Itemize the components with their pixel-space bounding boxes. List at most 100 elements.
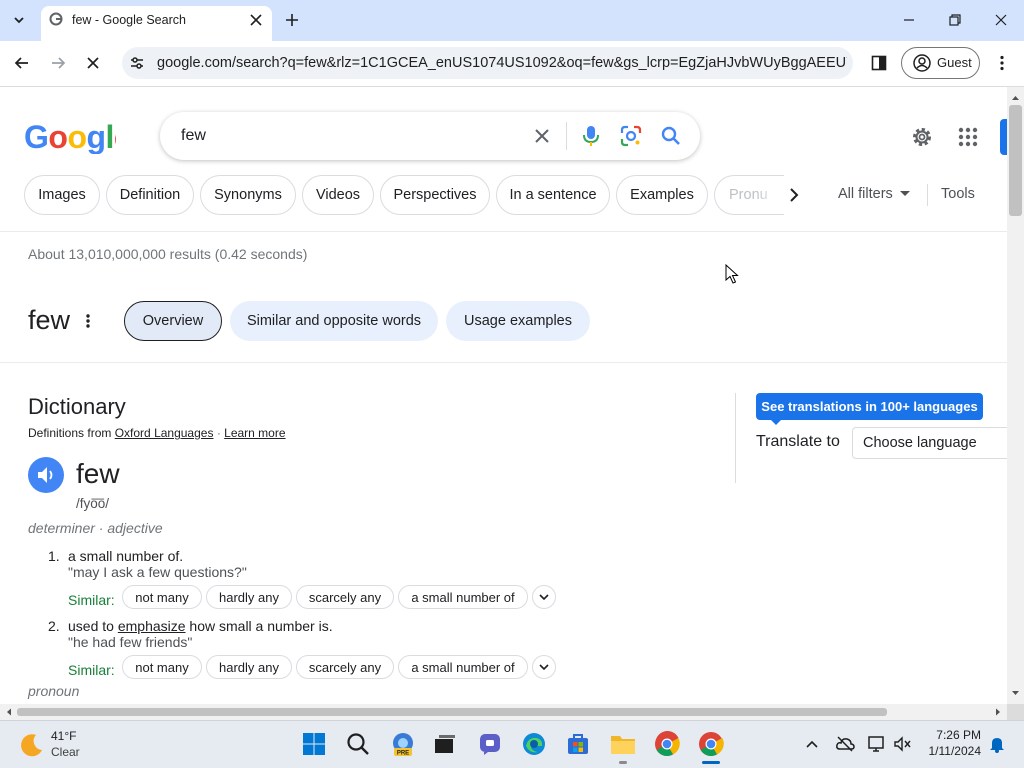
google-logo[interactable]: Google [24, 120, 116, 154]
network-icon [868, 736, 884, 752]
sign-in-button-edge[interactable] [1000, 119, 1007, 155]
back-button[interactable] [12, 53, 32, 73]
synonym-chip[interactable]: hardly any [206, 655, 292, 679]
language-select[interactable]: Choose language [852, 427, 1012, 459]
close-icon [87, 57, 99, 69]
google-favicon [49, 12, 63, 26]
onedrive-status[interactable] [835, 735, 855, 753]
chips-fade [755, 176, 785, 214]
pronunciation-button[interactable] [28, 457, 64, 493]
horizontal-scrollbar[interactable] [0, 704, 1007, 720]
sense-example: "may I ask a few questions?" [68, 564, 247, 580]
synonym-chip[interactable]: not many [122, 585, 202, 609]
chips-scroll-right-button[interactable] [784, 185, 804, 205]
synonym-chip[interactable]: scarcely any [296, 585, 394, 609]
expand-similar-button[interactable] [532, 585, 556, 609]
chrome-icon [699, 732, 724, 757]
browser-menu-button[interactable] [993, 54, 1011, 72]
clock[interactable]: 7:26 PM 1/11/2024 [921, 728, 982, 762]
network-status[interactable] [867, 735, 887, 753]
more-vert-icon [86, 314, 90, 328]
show-hidden-icons-button[interactable] [804, 736, 820, 752]
filter-chip-definition[interactable]: Definition [106, 175, 194, 215]
store-button[interactable] [566, 732, 590, 756]
tools-button[interactable]: Tools [941, 186, 975, 202]
word-menu-button[interactable] [82, 312, 94, 330]
search-icon [347, 733, 369, 755]
chrome-taskbar-button[interactable] [654, 731, 680, 757]
filter-chip-perspectives[interactable]: Perspectives [380, 175, 490, 215]
filter-chip-examples[interactable]: Examples [616, 175, 708, 215]
task-view-icon [435, 735, 455, 753]
minimize-button[interactable] [900, 11, 918, 29]
clear-search-button[interactable] [532, 126, 552, 146]
all-filters-button[interactable]: All filters [838, 186, 911, 202]
headword: few [76, 458, 120, 489]
tab-overview[interactable]: Overview [124, 301, 222, 341]
tooltip-arrow [770, 419, 782, 425]
filters-divider [927, 184, 928, 206]
google-apps-button[interactable] [957, 126, 979, 148]
tab-search-button[interactable] [8, 9, 30, 31]
scrollbar-arrows [7, 708, 1000, 716]
filter-chip-synonyms[interactable]: Synonyms [200, 175, 296, 215]
taskbar-search-button[interactable] [346, 732, 370, 756]
camera-lens-icon [620, 125, 642, 147]
synonym-chip[interactable]: not many [122, 655, 202, 679]
settings-button[interactable] [910, 125, 934, 149]
search-input[interactable]: few [181, 127, 206, 145]
chrome-guest-taskbar-button[interactable] [698, 731, 724, 757]
search-submit-button[interactable] [660, 125, 682, 147]
restore-icon [949, 14, 961, 26]
chevron-down-icon [539, 664, 549, 671]
filter-chip-in-a-sentence[interactable]: In a sentence [496, 175, 610, 215]
minimize-icon [904, 19, 914, 21]
url-text[interactable]: google.com/search?q=few&rlz=1C1GCEA_enUS… [157, 55, 847, 71]
synonym-chip[interactable]: a small number of [398, 585, 528, 609]
filter-chip-videos[interactable]: Videos [302, 175, 374, 215]
task-view-button[interactable] [433, 733, 457, 755]
synonym-chip[interactable]: scarcely any [296, 655, 394, 679]
source-separator: · [216, 426, 221, 440]
forward-button[interactable] [48, 53, 68, 73]
learn-more-link[interactable]: Learn more [224, 426, 285, 440]
oxford-languages-link[interactable]: Oxford Languages [115, 426, 214, 440]
close-tab-button[interactable] [248, 12, 264, 28]
weather-widget[interactable]: 41°F Clear [18, 728, 118, 762]
chevron-up-icon [806, 740, 818, 748]
word-title: few [28, 305, 71, 335]
emphasize-link[interactable]: emphasize [118, 618, 186, 634]
copilot-button[interactable]: PRE [390, 731, 416, 757]
tab-similar-opposite[interactable]: Similar and opposite words [230, 301, 438, 341]
site-info-icon[interactable] [128, 54, 146, 72]
cloud-off-icon [836, 736, 855, 752]
teams-chat-button[interactable] [478, 732, 502, 756]
chevron-right-icon [790, 188, 799, 202]
plus-icon [286, 14, 298, 26]
vertical-scrollbar[interactable] [1007, 87, 1024, 704]
new-tab-button[interactable] [283, 11, 301, 29]
start-button[interactable] [302, 732, 326, 756]
notifications-button[interactable] [988, 735, 1006, 753]
translate-divider [735, 393, 736, 483]
weather-temperature: 41°F [51, 729, 77, 743]
taskbar-active-indicator [702, 761, 720, 764]
synonym-chip[interactable]: a small number of [398, 655, 528, 679]
chevron-down-icon [14, 17, 24, 24]
file-explorer-button[interactable] [610, 732, 636, 756]
volume-status[interactable] [893, 735, 913, 753]
edge-button[interactable] [522, 732, 546, 756]
expand-similar-button[interactable] [532, 655, 556, 679]
definition-text: used to [68, 618, 114, 634]
tab-usage-examples[interactable]: Usage examples [446, 301, 590, 341]
lens-search-button[interactable] [619, 124, 643, 148]
voice-search-button[interactable] [580, 124, 602, 148]
stop-loading-button[interactable] [83, 53, 103, 73]
close-window-button[interactable] [992, 11, 1010, 29]
filter-chip-images[interactable]: Images [24, 175, 100, 215]
see-translations-button[interactable]: See translations in 100+ languages [756, 393, 983, 420]
store-icon [568, 734, 588, 754]
synonym-chip[interactable]: hardly any [206, 585, 292, 609]
restore-button[interactable] [946, 11, 964, 29]
side-panel-button[interactable] [870, 54, 888, 72]
